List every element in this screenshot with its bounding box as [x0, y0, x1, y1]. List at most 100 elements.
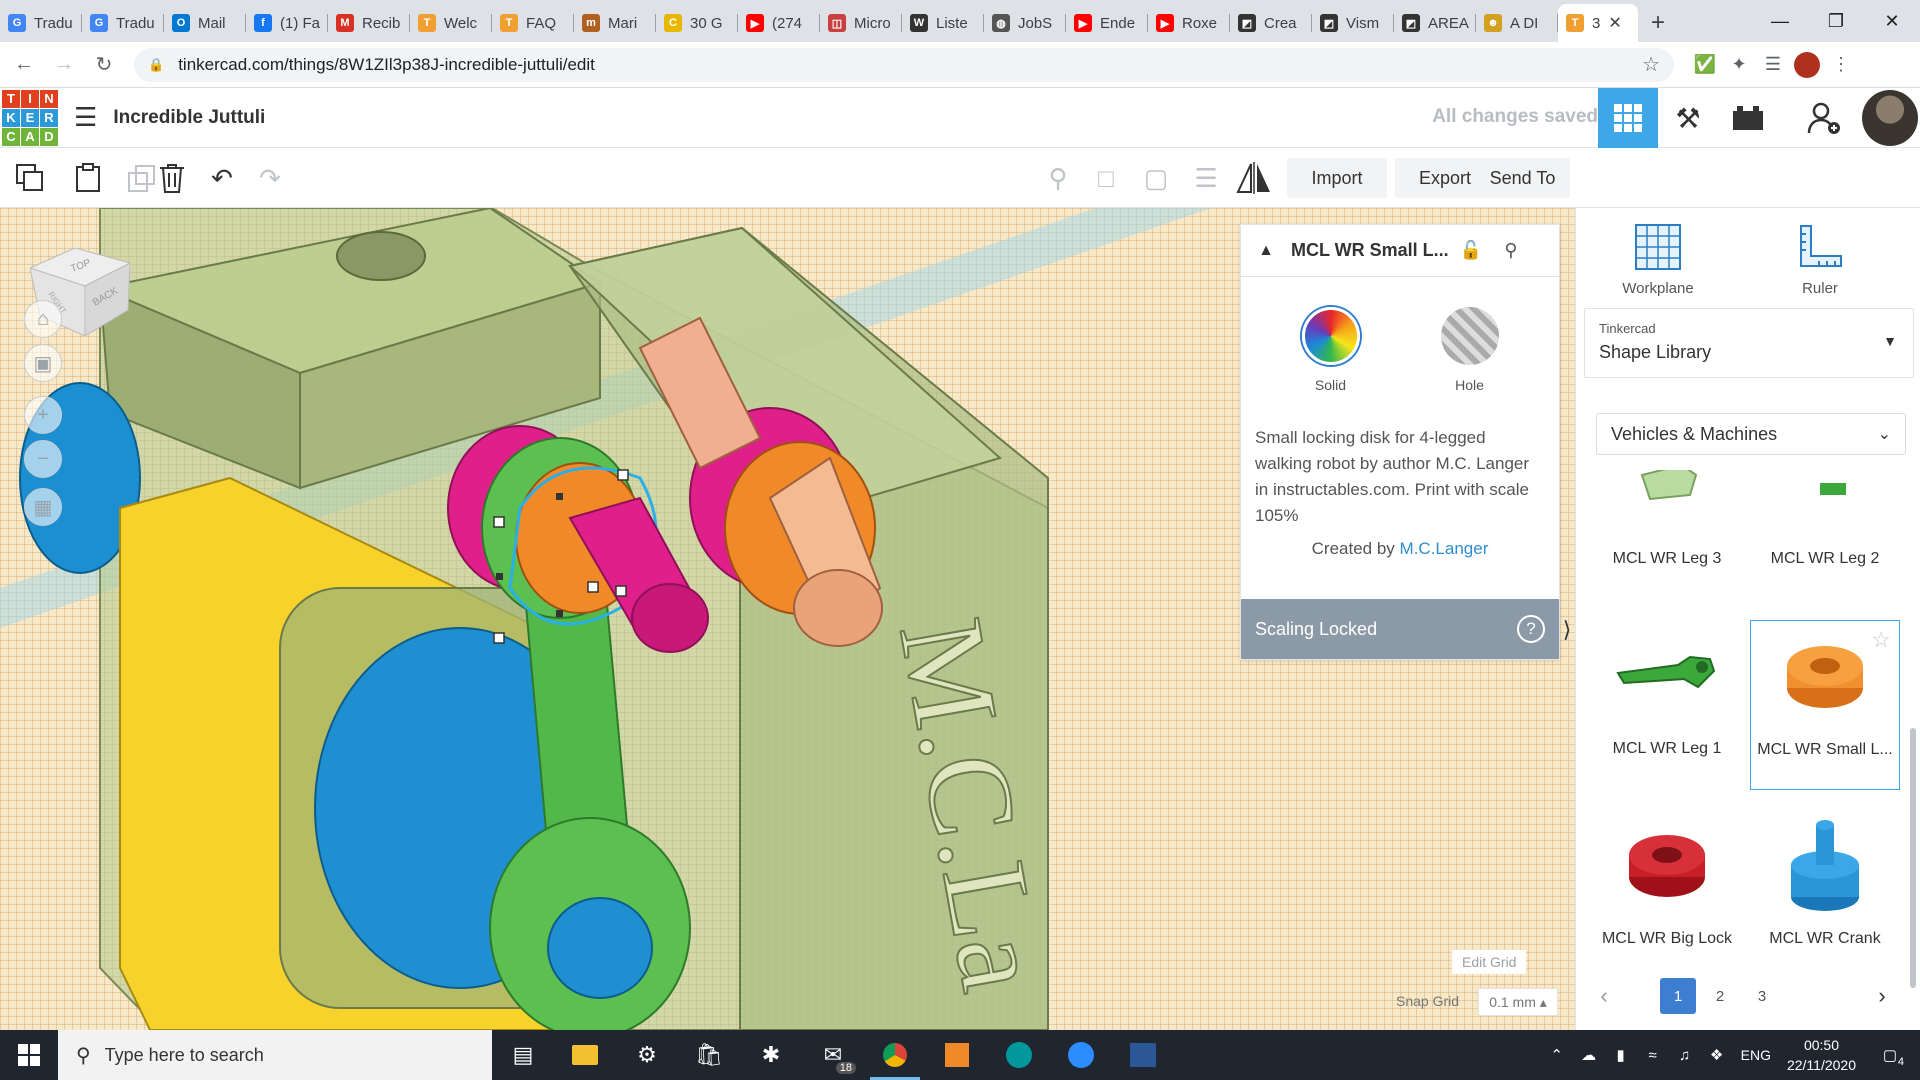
rainbow-color-swatch[interactable]	[1301, 307, 1360, 365]
solid-option[interactable]: Solid	[1301, 307, 1360, 393]
browser-tab[interactable]: m Mari	[574, 4, 656, 42]
task-view-icon[interactable]: ▤	[492, 1030, 554, 1080]
hole-pattern-swatch[interactable]	[1440, 307, 1499, 365]
browser-tab[interactable]: ◩ Crea	[1230, 4, 1312, 42]
browser-tab[interactable]: T Welc	[410, 4, 492, 42]
delete-trash-icon[interactable]	[152, 158, 192, 198]
browser-tab[interactable]: G Tradu	[82, 4, 164, 42]
word-icon[interactable]	[1112, 1030, 1174, 1080]
shape-item[interactable]: MCL WR Leg 1	[1592, 620, 1742, 790]
browser-tab-active[interactable]: T 3 ✕	[1558, 4, 1638, 42]
lock-open-icon[interactable]: 🔓	[1451, 240, 1491, 261]
ruler-tool[interactable]: Ruler	[1770, 222, 1870, 297]
url-field[interactable]: 🔒 tinkercad.com/things/8W1ZIl3p38J-incre…	[134, 47, 1674, 82]
extension-check-icon[interactable]: ✅	[1688, 48, 1722, 82]
page-1[interactable]: 1	[1660, 978, 1696, 1014]
tinkercad-logo[interactable]: TIN KER CAD	[2, 89, 58, 146]
reload-icon[interactable]: ↻	[88, 49, 120, 81]
browser-tab[interactable]: ▶ (274	[738, 4, 820, 42]
help-icon[interactable]: ?	[1517, 615, 1545, 643]
profile-avatar[interactable]	[1790, 48, 1824, 82]
chrome-icon[interactable]	[864, 1030, 926, 1080]
3d-view-grid-icon[interactable]	[1598, 88, 1658, 148]
language-indicator[interactable]: ENG	[1741, 1047, 1771, 1063]
mail-icon[interactable]: ✉ 18	[802, 1030, 864, 1080]
zoom-icon[interactable]	[1050, 1030, 1112, 1080]
collapse-caret-icon[interactable]: ▲	[1241, 242, 1291, 260]
cloud-icon[interactable]: ☁	[1573, 1046, 1605, 1064]
panel-collapse-chevron-icon[interactable]: ⟩	[1560, 600, 1574, 660]
browser-tab[interactable]: ◍ JobS	[984, 4, 1066, 42]
align-icon[interactable]: ☰	[1186, 158, 1226, 198]
blocks-pickaxe-icon[interactable]: ⚒	[1658, 88, 1718, 148]
send-to-button[interactable]: Send To	[1475, 158, 1570, 198]
fit-view-icon[interactable]: ▣	[24, 344, 62, 382]
page-3[interactable]: 3	[1744, 978, 1780, 1014]
browser-tab[interactable]: ▶ Ende	[1066, 4, 1148, 42]
browser-menu-icon[interactable]: ⋮	[1824, 48, 1858, 82]
home-view-icon[interactable]: ⌂	[24, 300, 62, 338]
back-arrow-icon[interactable]: ←	[8, 49, 40, 81]
forward-arrow-icon[interactable]: →	[48, 49, 80, 81]
design-title[interactable]: Incredible Juttuli	[113, 107, 265, 129]
edit-grid-button[interactable]: Edit Grid	[1452, 950, 1527, 974]
browser-tab[interactable]: T FAQ	[492, 4, 574, 42]
hole-option[interactable]: Hole	[1440, 307, 1499, 393]
file-explorer-icon[interactable]	[554, 1030, 616, 1080]
predator-icon[interactable]: ✱	[740, 1030, 802, 1080]
volume-icon[interactable]: ♫	[1669, 1047, 1701, 1064]
category-select[interactable]: Vehicles & Machines ⌄	[1596, 413, 1906, 455]
browser-tab[interactable]: ▶ Roxe	[1148, 4, 1230, 42]
browser-tab[interactable]: ◩ AREA	[1394, 4, 1476, 42]
wifi-icon[interactable]: ≈	[1637, 1047, 1669, 1064]
mirror-icon[interactable]	[1234, 158, 1274, 198]
group-icon[interactable]: □	[1086, 158, 1126, 198]
browser-tab[interactable]: W Liste	[902, 4, 984, 42]
tray-chevron-up-icon[interactable]: ⌃	[1541, 1046, 1573, 1064]
steam-icon[interactable]: ⚙	[616, 1030, 678, 1080]
add-user-icon[interactable]	[1794, 88, 1854, 148]
arduino-icon[interactable]	[988, 1030, 1050, 1080]
new-tab-button[interactable]: +	[1638, 4, 1678, 42]
fusion-icon[interactable]	[926, 1030, 988, 1080]
favorite-star-icon[interactable]: ☆	[1871, 627, 1891, 653]
undo-icon[interactable]: ↶	[202, 158, 242, 198]
prev-page-chevron-icon[interactable]: ‹	[1586, 978, 1622, 1014]
shape-item[interactable]: MCL WR Leg 3	[1592, 470, 1742, 600]
next-page-chevron-icon[interactable]: ›	[1864, 978, 1900, 1014]
workplane-tool[interactable]: Workplane	[1608, 222, 1708, 297]
shape-item[interactable]: MCL WR Crank	[1750, 810, 1900, 970]
browser-tab[interactable]: O Mail	[164, 4, 246, 42]
author-link[interactable]: M.C.Langer	[1400, 539, 1489, 558]
taskbar-search[interactable]: ⚲ Type here to search	[58, 1030, 492, 1080]
paste-icon[interactable]	[68, 158, 108, 198]
battery-icon[interactable]: ▮	[1605, 1046, 1637, 1064]
shape-item-selected[interactable]: ☆ MCL WR Small L...	[1750, 620, 1900, 790]
browser-tab[interactable]: ☻ A DI	[1476, 4, 1558, 42]
shape-item[interactable]: MCL WR Big Lock	[1592, 810, 1742, 970]
redo-icon[interactable]: ↷	[250, 158, 290, 198]
close-tab-icon[interactable]: ✕	[1608, 13, 1621, 33]
dropbox-icon[interactable]: ❖	[1701, 1046, 1733, 1064]
visibility-bulb-icon[interactable]: ⚲	[1491, 240, 1531, 261]
extensions-puzzle-icon[interactable]: ✦	[1722, 48, 1756, 82]
bookmark-star-icon[interactable]: ☆	[1642, 52, 1660, 77]
lightbulb-icon[interactable]: ⚲	[1038, 158, 1078, 198]
clock[interactable]: 00:50 22/11/2020	[1787, 1035, 1856, 1075]
notifications-icon[interactable]: ▢ 4	[1874, 1046, 1906, 1068]
maximize-button[interactable]: ❐	[1808, 0, 1864, 42]
page-2[interactable]: 2	[1702, 978, 1738, 1014]
ortho-perspective-icon[interactable]: ▦	[24, 488, 62, 526]
ungroup-icon[interactable]: ▢	[1136, 158, 1176, 198]
shape-list-scrollbar[interactable]	[1910, 728, 1916, 988]
shape-item[interactable]: MCL WR Leg 2	[1750, 470, 1900, 600]
bricks-icon[interactable]	[1718, 88, 1778, 148]
reading-list-icon[interactable]: ☰	[1756, 48, 1790, 82]
browser-tab[interactable]: M Recib	[328, 4, 410, 42]
library-selector[interactable]: Tinkercad Shape Library ▼	[1584, 308, 1914, 378]
zoom-in-icon[interactable]: +	[24, 396, 62, 434]
zoom-out-icon[interactable]: −	[24, 440, 62, 478]
close-window-button[interactable]: ✕	[1864, 0, 1920, 42]
snap-grid-select[interactable]: 0.1 mm ▴	[1478, 988, 1558, 1016]
windows-start-icon[interactable]	[0, 1030, 58, 1080]
